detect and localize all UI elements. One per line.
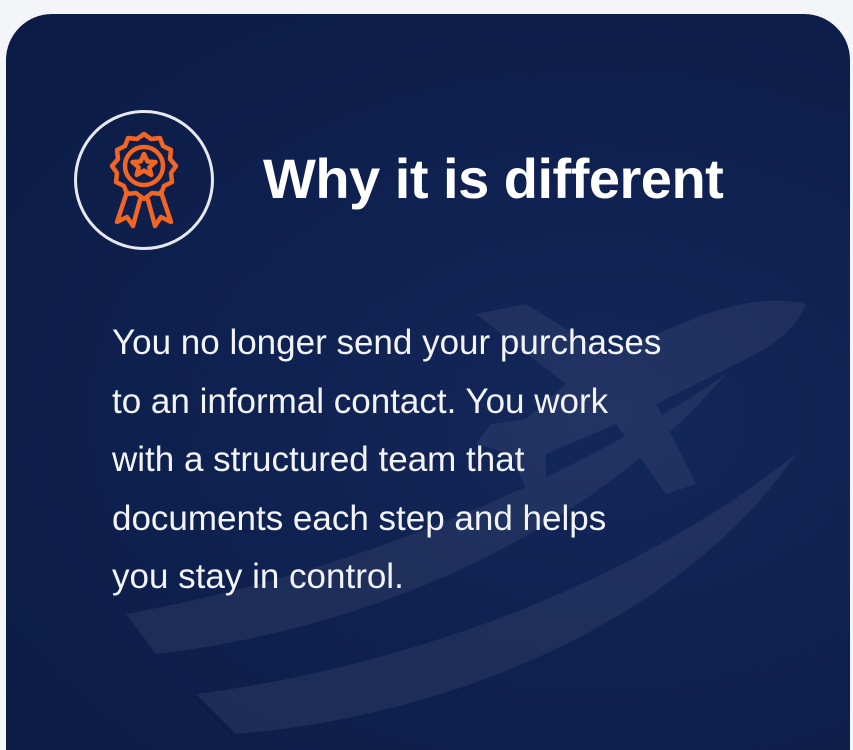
body-line: documents each step and helps xyxy=(112,498,607,538)
body-line: with a structured team that xyxy=(112,440,525,479)
award-ribbon-icon xyxy=(109,131,179,229)
body-line: You no longer send your purchases xyxy=(112,323,662,362)
card-body: You no longer send your purchases to an … xyxy=(112,314,812,607)
body-line: you stay in control. xyxy=(112,557,404,596)
info-card: Why it is different You no longer send y… xyxy=(6,14,850,750)
award-badge xyxy=(74,110,214,250)
card-title: Why it is different xyxy=(263,147,724,210)
body-line: to an informal contact. You work xyxy=(112,381,609,421)
